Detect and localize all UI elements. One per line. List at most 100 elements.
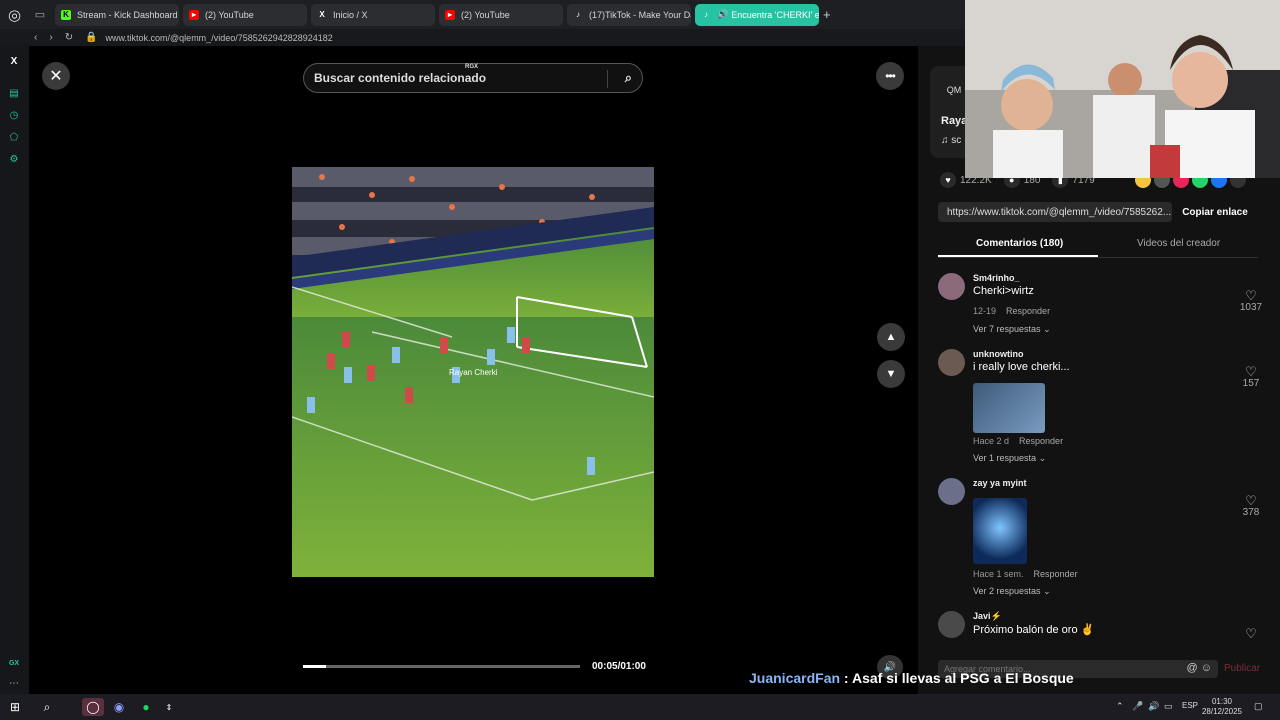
clock[interactable]: 01:30 28/12/2025 [1200,697,1244,717]
mention-emoji-icons[interactable]: @ ☺ [1187,662,1212,674]
comment-username[interactable]: Sm4rinho_ [973,273,1020,283]
reply-button[interactable]: Responder [1006,306,1050,316]
comment-username[interactable]: zay ya myint [973,478,1027,488]
music-label[interactable]: ♫ sc [941,135,961,146]
forward-icon[interactable]: › [49,32,52,43]
comment-like-button[interactable]: ♡ [1238,627,1264,640]
webcam-image [965,0,1280,178]
gx-label[interactable]: GX [7,656,21,670]
youtube-icon: ▸ [445,9,455,20]
kick-icon: K [61,9,71,20]
microphone-icon[interactable]: 🎤 [1132,701,1143,712]
view-replies-button[interactable]: Ver 1 respuesta ⌄ [973,453,1046,464]
panel-tabs: Comentarios (180) Videos del creador [938,232,1258,258]
workspaces-icon[interactable]: ▭ [29,0,51,29]
new-tab-button[interactable]: + [823,7,839,22]
previous-video-button[interactable]: ▲ [877,323,905,351]
x-icon[interactable]: X [7,54,21,68]
avatar[interactable] [938,478,965,505]
player-label: Rayan Cherki [449,368,498,377]
next-video-button[interactable]: ▼ [877,360,905,388]
speaker-icon[interactable]: 🔊 [1148,701,1159,712]
tray-chevron-icon[interactable]: ⌃ [1116,701,1124,712]
taskbar: ⊞ ⌕ ◯ ◉ ● ⇕ ⌃ 🎤 🔊 ▭ ESP 01:30 28/12/2025… [0,694,1280,720]
view-replies-button[interactable]: Ver 7 respuestas ⌄ [973,324,1051,335]
search-icon[interactable]: ⌕ [38,698,56,716]
comment-like-button[interactable]: ♡ 378 [1238,494,1264,518]
back-icon[interactable]: ‹ [34,32,37,43]
reload-icon[interactable]: ↻ [65,32,73,43]
comment-sticker-image[interactable] [973,498,1027,564]
tiktok-icon: ♪ [576,10,580,19]
tiktok-icon: ♪ [704,10,708,19]
webcam-overlay [965,0,1280,178]
url-field[interactable]: www.tiktok.com/@qlemm_/video/75852629428… [106,33,333,43]
comment-like-button[interactable]: ♡ 1037 [1238,289,1264,313]
chevron-down-icon: ⌄ [1043,586,1051,596]
avatar[interactable] [938,349,965,376]
discord-icon[interactable]: ◉ [110,698,128,716]
nav-buttons: ‹ › ↻ 🔒 [34,32,98,43]
heart-outline-icon: ♡ [1245,626,1257,641]
language-indicator[interactable]: ESP [1182,701,1198,710]
comment-meta: Hace 1 sem. Responder [973,569,1078,579]
video-progress-bar[interactable] [303,665,580,668]
close-button[interactable]: ✕ [42,62,70,90]
more-options-button[interactable]: ••• [876,62,904,90]
chat-text: : Asaf si llevas al PSG a El Bosque [840,670,1074,686]
lock-icon: 🔒 [85,32,98,43]
tab-x[interactable]: X Inicio / X [311,3,435,26]
ellipsis-icon: ••• [885,69,896,83]
stream-chat-message: JuanicardFan : Asaf si llevas al PSG a E… [749,670,1074,686]
video-content[interactable]: Rayan Cherki [292,167,654,577]
chevron-up-icon: ▲ [885,331,897,343]
notifications-icon[interactable]: ▢ [1254,701,1263,712]
opera-logo-icon[interactable]: ◎ [0,0,29,29]
tab-youtube-2[interactable]: ▸ (2) YouTube [439,3,563,26]
tab-comments[interactable]: Comentarios (180) [976,238,1063,249]
chevron-down-icon: ⌄ [1043,324,1051,334]
reply-button[interactable]: Responder [1034,569,1078,579]
history-icon[interactable]: ◷ [7,108,21,122]
view-replies-button[interactable]: Ver 2 respuestas ⌄ [973,586,1051,597]
settings-icon[interactable]: ⚙ [7,152,21,166]
speaker-icon: 🔊 [717,9,729,19]
tab-tiktok[interactable]: ♪ (17)TikTok - Make Your Da [567,3,691,26]
more-icon[interactable]: ⋯ [7,676,21,690]
tab-creator-videos[interactable]: Videos del creador [1137,238,1220,249]
spotify-icon[interactable]: ● [137,698,155,716]
active-tab-indicator [938,255,1098,257]
heart-outline-icon: ♡ [1245,288,1257,303]
heart-outline-icon: ♡ [1245,364,1257,379]
avatar[interactable] [938,273,965,300]
tab-kick[interactable]: K Stream - Kick Dashboard [55,3,179,26]
player-icon[interactable]: ▤ [7,86,21,100]
comment-like-button[interactable]: ♡ 157 [1238,365,1264,389]
copy-link-button[interactable]: Copiar enlace [1176,202,1254,222]
network-icon[interactable]: ▭ [1164,701,1173,712]
opera-gx-taskbar-icon[interactable]: ◯ [82,698,104,716]
extensions-icon[interactable]: ⬠ [7,130,21,144]
heart-icon: ♥ [940,172,956,188]
avatar[interactable] [938,611,965,638]
comment-meta: Hace 2 d Responder [973,436,1064,446]
tab-youtube-1[interactable]: ▸ (2) YouTube [183,3,307,26]
chevron-down-icon: ▼ [885,368,897,380]
overflow-icon[interactable]: ⇕ [160,698,178,716]
comment-username[interactable]: Javi⚡ [973,611,1002,622]
publish-button[interactable]: Publicar [1224,663,1260,674]
tab-tiktok-active[interactable]: ♪ 🔊 Encuentra 'CHERKI' en [695,3,819,26]
rgx-badge: RGX [465,64,479,70]
chevron-down-icon: ⌄ [1038,453,1047,463]
search-icon[interactable]: ⌕ [625,70,632,86]
creator-logo: QM [946,85,962,95]
comment-username[interactable]: unknowtino [973,349,1024,359]
reply-button[interactable]: Responder [1019,436,1063,446]
creator-name[interactable]: Raya [941,115,967,127]
comment-image[interactable] [973,383,1045,433]
windows-start-icon[interactable]: ⊞ [6,698,24,716]
comment-text: Cherki>wirtz [973,285,1034,297]
share-link-field[interactable]: https://www.tiktok.com/@qlemm_/video/758… [938,202,1172,222]
comment-text: Próximo balón de oro ✌ [973,624,1095,636]
browser-sidebar: X ▤ ◷ ⬠ ⚙ GX ⋯ [0,46,29,694]
